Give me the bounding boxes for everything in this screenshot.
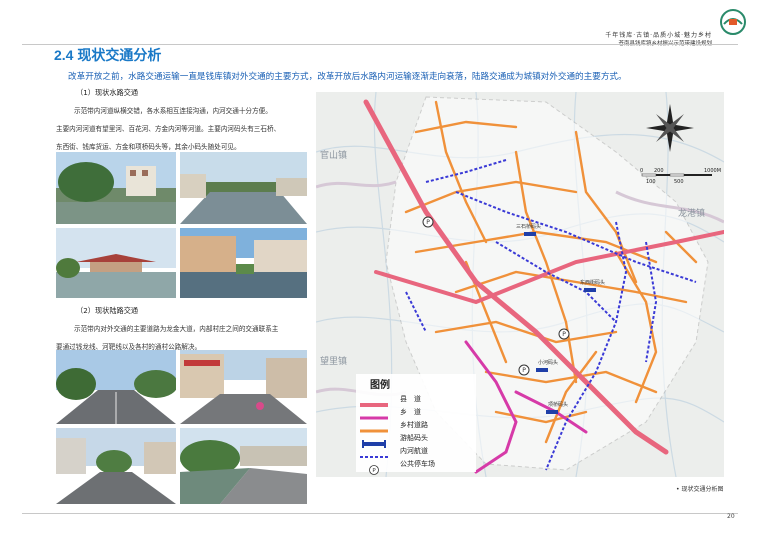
scale-label: 100	[646, 179, 656, 185]
photo-riverside-temple	[56, 228, 176, 298]
node-label: 小河码头	[538, 359, 558, 366]
scale-label: 1000M	[704, 168, 721, 174]
pier-icon	[360, 434, 388, 448]
land-transport-heading: （2）现状陆路交通	[76, 306, 139, 315]
township-road-swatch	[360, 408, 388, 420]
water-transport-heading: （1）现状水路交通	[76, 88, 139, 97]
photo-town-street	[180, 350, 307, 424]
photo-village-road	[56, 428, 176, 504]
scale-label: 200	[654, 168, 664, 174]
legend-item-village-road: 乡村道路	[360, 420, 474, 433]
water-text-line: 示范带内河道纵横交错，各水系相互连接沟通，内河交通十分方便。	[74, 107, 272, 115]
parking-symbol: P	[522, 367, 526, 374]
parking-icon: P	[360, 460, 388, 475]
legend-item-boat-pier: 游船码头	[360, 433, 474, 448]
parking-symbol: P	[426, 219, 430, 226]
node-label: 项桥码头	[548, 401, 568, 408]
node-label: 东西街码头	[580, 279, 605, 286]
county-road-swatch	[360, 395, 388, 407]
place-label: 官山镇	[320, 149, 347, 161]
photo-riverside-road	[180, 428, 307, 504]
node-label: 三石桥码头	[516, 223, 541, 230]
place-label: 望里镇	[320, 355, 347, 367]
map-caption: • 现状交通分析图	[676, 486, 724, 493]
brand-logo	[716, 8, 750, 36]
village-road-swatch	[360, 421, 388, 433]
scale-label: 500	[674, 179, 684, 185]
waterway-swatch	[360, 447, 388, 458]
land-text-line: 示范带内对外交通的主要道路为龙金大道，内部村庄之间的交通联系主	[74, 325, 279, 333]
photo-main-road	[56, 350, 176, 424]
brand-slogan: 千年钱库·古镇·品质小城·魅力乡村	[605, 32, 712, 39]
map-legend: 图例 县 道 乡 道 乡村道路 游船码头 内河航道 P 公共停车场	[356, 374, 476, 475]
legend-item-county-road: 县 道	[360, 394, 474, 407]
water-text-line: 主要内河河道有望里河、百花河、方金内河等河道。主要内河码头有三石桥、	[56, 125, 281, 133]
legend-item-township-road: 乡 道	[360, 407, 474, 420]
section-title: 2.4 现状交通分析	[54, 47, 162, 63]
legend-item-inland-waterway: 内河航道	[360, 446, 474, 458]
legend-title: 图例	[370, 380, 390, 391]
section-intro: 改革开放之前，水路交通运输一直是钱库镇对外交通的主要方式，改革开放后水路内河运输…	[68, 72, 627, 82]
scale-label: 0	[640, 168, 643, 174]
photo-canal-houses	[180, 228, 307, 298]
place-label: 龙港镇	[678, 207, 705, 219]
parking-symbol: P	[562, 331, 566, 338]
water-transport-text: 示范带内河道纵横交错，各水系相互连接沟通，内河交通十分方便。 主要内河河道有望里…	[56, 102, 308, 156]
photo-river-village	[56, 152, 176, 224]
legend-item-parking: P 公共停车场	[360, 459, 474, 475]
footer-divider	[22, 513, 738, 514]
photo-river-channel	[180, 152, 307, 224]
brand-project-name: 苍南县钱库镇乡村振兴示范带建设规划	[618, 39, 712, 47]
page-number: 20	[727, 513, 735, 520]
